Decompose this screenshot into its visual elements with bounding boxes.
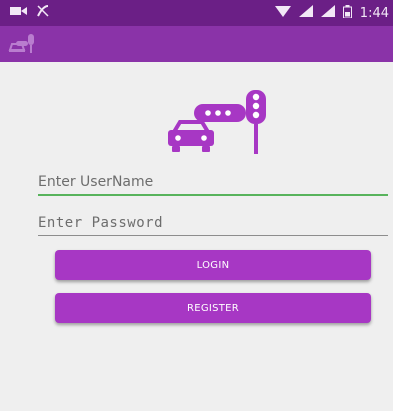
password-input[interactable] <box>38 211 388 236</box>
car-traffic-light-icon <box>8 32 38 58</box>
cell-signal-2-icon <box>320 5 335 21</box>
register-button[interactable]: REGISTER <box>55 293 371 323</box>
signal-off-icon <box>36 4 50 22</box>
video-icon <box>10 5 28 21</box>
cell-signal-icon <box>298 5 313 21</box>
clock-time: 1:44 <box>359 5 389 21</box>
battery-icon <box>342 4 352 22</box>
username-input[interactable] <box>38 170 388 196</box>
phone-screen: 1:44 Enter UserName LOGIN REGISTER <box>0 0 393 411</box>
app-bar <box>0 26 393 62</box>
car-traffic-light-icon <box>160 90 272 160</box>
wifi-icon <box>274 5 291 21</box>
status-bar: 1:44 <box>0 0 393 26</box>
login-button[interactable]: LOGIN <box>55 250 371 280</box>
